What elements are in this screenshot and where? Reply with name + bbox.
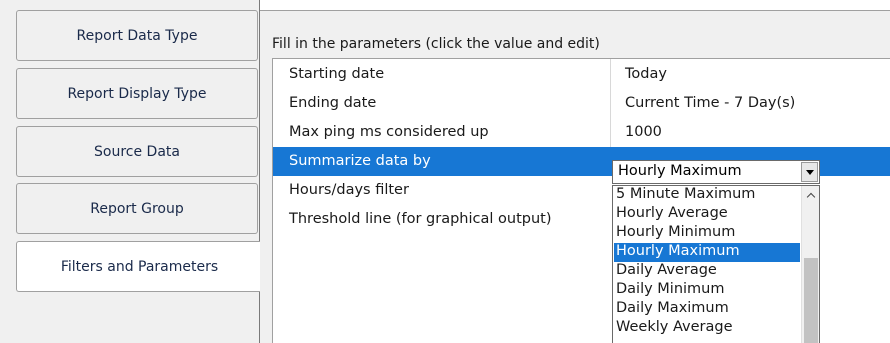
combo-selected-value: Hourly Maximum: [618, 163, 742, 179]
tab-panel: Report Data Type Report Display Type Sou…: [0, 0, 262, 343]
param-value[interactable]: 1000: [625, 124, 662, 140]
summarize-by-combo[interactable]: Hourly Maximum: [612, 160, 820, 184]
param-name: Summarize data by: [289, 153, 431, 169]
tab-report-data-type[interactable]: Report Data Type: [16, 10, 258, 61]
instructions-label: Fill in the parameters (click the value …: [272, 36, 600, 52]
param-name: Threshold line (for graphical output): [289, 211, 552, 227]
summarize-by-dropdown-list: 5 Minute Maximum Hourly Average Hourly M…: [612, 185, 820, 343]
tab-filters-and-parameters[interactable]: Filters and Parameters: [16, 241, 262, 292]
dropdown-option-weekly-average[interactable]: Weekly Average: [614, 319, 800, 338]
param-name: Ending date: [289, 95, 377, 111]
tab-report-group[interactable]: Report Group: [16, 183, 258, 234]
param-row-max-ping[interactable]: Max ping ms considered up 1000: [273, 118, 890, 147]
chevron-down-icon: [805, 169, 814, 175]
dropdown-option-hourly-maximum[interactable]: Hourly Maximum: [614, 243, 800, 262]
dropdown-option-hourly-minimum[interactable]: Hourly Minimum: [614, 224, 800, 243]
param-name: Max ping ms considered up: [289, 124, 489, 140]
dropdown-option-daily-maximum[interactable]: Daily Maximum: [614, 300, 800, 319]
tab-source-data[interactable]: Source Data: [16, 126, 258, 177]
param-row-ending-date[interactable]: Ending date Current Time - 7 Day(s): [273, 89, 890, 118]
dropdown-option-daily-average[interactable]: Daily Average: [614, 262, 800, 281]
param-row-starting-date[interactable]: Starting date Today: [273, 60, 890, 89]
param-value[interactable]: Today: [625, 66, 667, 82]
chevron-up-icon: [806, 192, 815, 202]
param-value[interactable]: Current Time - 7 Day(s): [625, 95, 795, 111]
scroll-up-button[interactable]: [802, 186, 819, 204]
scrollbar-thumb[interactable]: [804, 258, 818, 343]
combo-dropdown-button[interactable]: [801, 162, 818, 182]
tab-report-display-type[interactable]: Report Display Type: [16, 68, 258, 119]
param-name: Starting date: [289, 66, 385, 82]
dropdown-option-5-minute-maximum[interactable]: 5 Minute Maximum: [614, 186, 800, 205]
dropdown-option-hourly-average[interactable]: Hourly Average: [614, 205, 800, 224]
param-name: Hours/days filter: [289, 182, 409, 198]
dropdown-scrollbar[interactable]: [801, 186, 819, 343]
dropdown-option-daily-minimum[interactable]: Daily Minimum: [614, 281, 800, 300]
